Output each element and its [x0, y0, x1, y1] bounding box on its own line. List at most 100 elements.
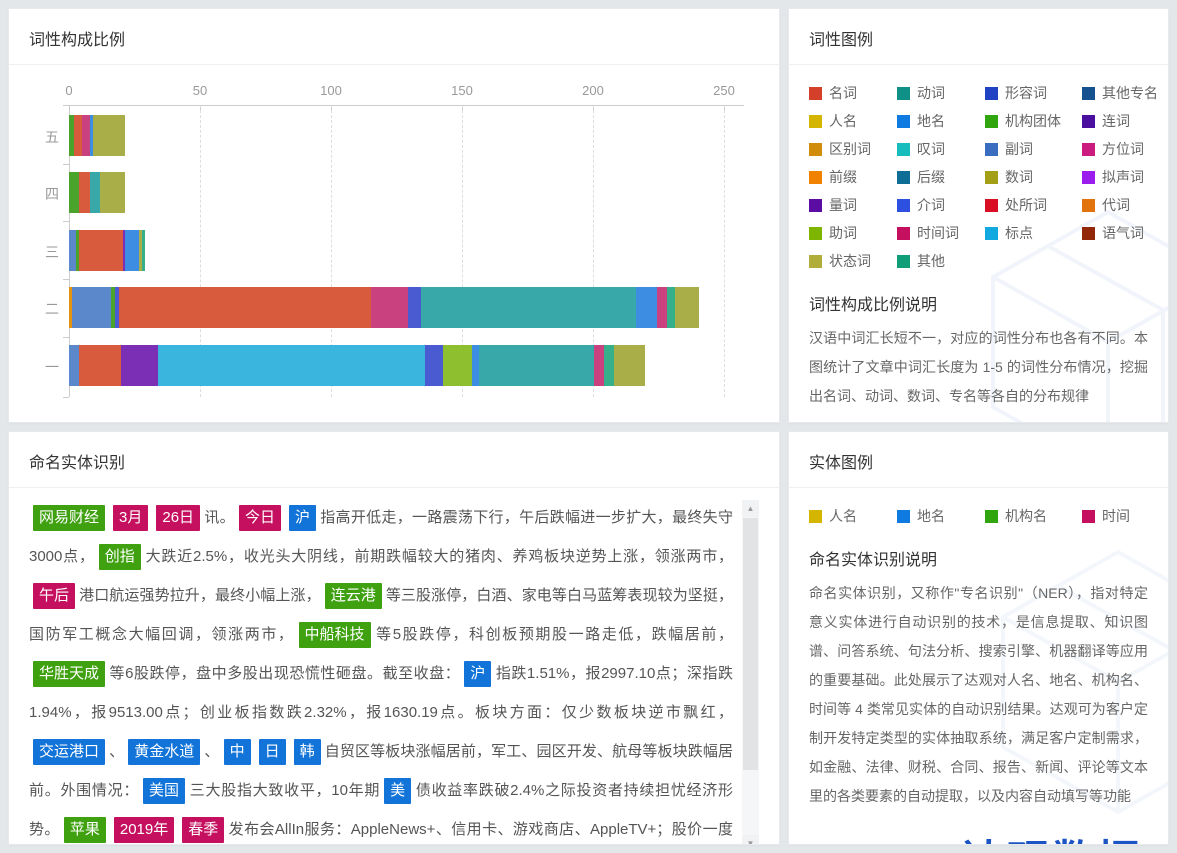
pos-legend-label: 状态词 [829, 251, 871, 271]
bar-segment-数词[interactable] [675, 287, 699, 328]
pos-legend-label: 人名 [829, 111, 857, 131]
bar-segment-机构团体[interactable] [69, 172, 79, 213]
pos-legend-item[interactable]: 人名 [809, 107, 897, 135]
pos-legend-item[interactable]: 处所词 [985, 191, 1082, 219]
pos-legend-item[interactable]: 名词 [809, 79, 897, 107]
pos-legend-label: 前缀 [829, 167, 857, 187]
pos-legend-item[interactable]: 其他 [897, 247, 985, 275]
bar-segment-其他[interactable] [604, 345, 614, 386]
bar-segment-时间词[interactable] [657, 287, 667, 328]
ner-scrollbar[interactable]: ▲ ▼ [742, 500, 759, 845]
ner-entity-tag-time: 今日 [239, 505, 281, 531]
pos-legend-label: 处所词 [1005, 195, 1047, 215]
pos-legend-item[interactable]: 区别词 [809, 135, 897, 163]
bar-segment-动词[interactable] [479, 345, 594, 386]
pos-legend-item[interactable]: 数词 [985, 163, 1082, 191]
bar-segment-地名[interactable] [125, 230, 139, 271]
bar-segment-副词[interactable] [72, 287, 111, 328]
pos-legend-label: 副词 [1005, 139, 1033, 159]
logo-chinese-text: 达观数据 [805, 827, 1142, 845]
bar-segment-数词[interactable] [614, 345, 645, 386]
datagrand-logo: 达观数据 DATA GRAND [805, 827, 1142, 845]
entity-legend-item[interactable]: 时间 [1082, 502, 1152, 530]
bar-segment-名词[interactable] [79, 230, 123, 271]
bar-segment-其他[interactable] [142, 230, 145, 271]
pos-legend-label: 后缀 [917, 167, 945, 187]
ner-plain-text: 等6股跌停，盘中多股出现恐慌性砸盘。截至收盘： [109, 665, 460, 682]
entity-legend-label: 人名 [829, 506, 857, 526]
bar-segment-数词[interactable] [93, 115, 125, 156]
bar-segment-时间词[interactable] [82, 115, 90, 156]
pos-legend-item[interactable]: 时间词 [897, 219, 985, 247]
pos-legend-item[interactable]: 介词 [897, 191, 985, 219]
pos-legend-item[interactable]: 地名 [897, 107, 985, 135]
pos-legend-label: 区别词 [829, 139, 871, 159]
bar-segment-名词[interactable] [79, 345, 121, 386]
pos-legend-item[interactable]: 标点 [985, 219, 1082, 247]
pos-legend-label: 叹词 [917, 139, 945, 159]
bar-segment-介词[interactable] [425, 345, 443, 386]
dashboard: 词性构成比例 050100150200250五四三二一 词性图例 名词动词形容词… [0, 0, 1177, 853]
pos-legend-chip-icon [897, 199, 910, 212]
pos-legend-item[interactable]: 量词 [809, 191, 897, 219]
bar-segment-副词[interactable] [69, 230, 76, 271]
pos-legend-item[interactable]: 前缀 [809, 163, 897, 191]
bar-segment-介词[interactable] [408, 287, 421, 328]
pos-legend-chip-icon [897, 115, 910, 128]
ner-entity-tag-org: 连云港 [325, 583, 382, 609]
bar-segment-地名[interactable] [472, 345, 479, 386]
bar-segment-其他[interactable] [667, 287, 675, 328]
bar-segment-名词[interactable] [119, 287, 371, 328]
ner-plain-text: 、 [109, 743, 124, 760]
bar-segment-动词[interactable] [421, 287, 636, 328]
scrollbar-thumb[interactable] [743, 518, 758, 770]
entity-legend-item[interactable]: 人名 [809, 502, 897, 530]
y-category-label: 一 [25, 357, 59, 377]
stacked-bar-row [69, 345, 645, 386]
scrollbar-down-arrow-icon[interactable]: ▼ [742, 835, 759, 845]
pos-legend-item[interactable]: 形容词 [985, 79, 1082, 107]
y-tick-mark [63, 337, 69, 338]
pos-legend-label: 其他 [917, 251, 945, 271]
bar-segment-地名[interactable] [636, 287, 657, 328]
pos-legend-item[interactable]: 助词 [809, 219, 897, 247]
bar-segment-助词[interactable] [443, 345, 472, 386]
bar-segment-名词[interactable] [79, 172, 90, 213]
ner-entity-tag-loc: 美国 [143, 778, 185, 804]
bar-segment-标点[interactable] [158, 345, 425, 386]
y-category-label: 五 [25, 127, 59, 147]
pos-legend-chip-icon [1082, 171, 1095, 184]
pos-legend-item[interactable]: 后缀 [897, 163, 985, 191]
bar-segment-时间词[interactable] [594, 345, 604, 386]
pos-legend-item[interactable]: 机构团体 [985, 107, 1082, 135]
ner-annotated-text: 网易财经3月26日讯。今日沪指高开低走，一路震荡下行，午后跌幅进一步扩大，最终失… [29, 498, 759, 845]
pos-legend-item[interactable]: 动词 [897, 79, 985, 107]
pos-legend-item[interactable]: 副词 [985, 135, 1082, 163]
pos-legend-item[interactable]: 其他专名 [1082, 79, 1158, 107]
pos-legend-item[interactable]: 语气词 [1082, 219, 1158, 247]
ner-entity-tag-time: 午后 [33, 583, 75, 609]
bar-segment-副词[interactable] [69, 345, 79, 386]
pos-legend-label: 方位词 [1102, 139, 1144, 159]
pos-legend-item[interactable]: 拟声词 [1082, 163, 1158, 191]
bar-segment-连词[interactable] [121, 345, 158, 386]
pos-legend-item[interactable]: 状态词 [809, 247, 897, 275]
entity-legend-item[interactable]: 地名 [897, 502, 985, 530]
pos-legend-item[interactable]: 连词 [1082, 107, 1158, 135]
bar-segment-时间词[interactable] [371, 287, 408, 328]
pos-legend-label: 助词 [829, 223, 857, 243]
pos-legend-item[interactable]: 方位词 [1082, 135, 1158, 163]
bar-segment-动词[interactable] [90, 172, 100, 213]
bar-segment-数词[interactable] [100, 172, 125, 213]
stacked-bar-row [69, 172, 125, 213]
entity-legend-item[interactable]: 机构名 [985, 502, 1082, 530]
scrollbar-up-arrow-icon[interactable]: ▲ [742, 500, 759, 517]
bar-segment-名词[interactable] [74, 115, 82, 156]
y-category-label: 四 [25, 184, 59, 204]
pos-legend-item[interactable]: 代词 [1082, 191, 1158, 219]
pos-legend-chip-icon [1082, 143, 1095, 156]
ner-entity-tag-loc: 沪 [289, 505, 316, 531]
pos-legend-item[interactable]: 叹词 [897, 135, 985, 163]
ner-entity-tag-loc: 黄金水道 [128, 739, 200, 765]
pos-legend-label: 标点 [1005, 223, 1033, 243]
